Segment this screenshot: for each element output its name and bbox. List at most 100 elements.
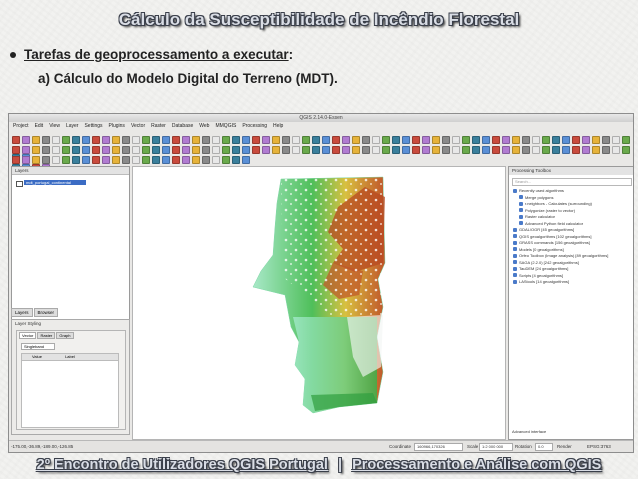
render-checkbox[interactable]: Render <box>557 441 572 452</box>
menu-raster[interactable]: Raster <box>151 123 166 129</box>
toolbar-tool-icon[interactable] <box>202 156 210 164</box>
processing-tree-item[interactable]: TauDEM [24 geoalgorithms] <box>513 266 568 271</box>
toolbar-tool-icon[interactable] <box>12 156 20 164</box>
map-canvas[interactable] <box>132 166 506 440</box>
algorithm-icon <box>513 260 517 265</box>
tab-layers[interactable]: Layers <box>11 308 33 317</box>
toolbar-tool-icon[interactable] <box>182 156 190 164</box>
menu-layer[interactable]: Layer <box>66 123 79 129</box>
dem-map-image <box>252 176 386 414</box>
algorithm-icon <box>513 273 517 278</box>
processing-tree-item[interactable]: Models [0 geoalgorithms] <box>513 247 564 252</box>
toolbar-tool-icon[interactable] <box>52 156 60 164</box>
algorithm-icon <box>519 195 523 200</box>
toolbar-tool-icon[interactable] <box>112 156 120 164</box>
algorithm-icon <box>513 266 517 271</box>
advanced-interface-select[interactable]: Advanced interface <box>512 429 546 434</box>
toolbar-tool-icon[interactable] <box>132 156 140 164</box>
styling-tab-vector[interactable]: Vector <box>19 332 37 339</box>
menu-plugins[interactable]: Plugins <box>109 123 125 129</box>
toolbar-row-2 <box>11 141 631 172</box>
toolbar-tool-icon[interactable] <box>212 156 220 164</box>
coordinate-label: Coordinate <box>389 444 412 449</box>
toolbar-tool-icon[interactable] <box>82 156 90 164</box>
scale-label: Scale <box>467 444 479 449</box>
toolbar-tool-icon[interactable] <box>22 156 30 164</box>
toolbar-tool-icon[interactable] <box>102 156 110 164</box>
layer-checkbox[interactable] <box>16 181 23 187</box>
processing-search-input[interactable]: Search... <box>512 178 632 186</box>
processing-tree-item[interactable]: GDAL/OGR [45 geoalgorithms] <box>513 227 574 232</box>
processing-tree-item[interactable]: GRASS commands [156 geoalgorithms] <box>513 240 590 245</box>
layer-item[interactable]: mdt_portugal_continental <box>24 180 86 185</box>
processing-tree-item[interactable]: Recently used algorithms <box>513 188 564 193</box>
toolbar-tool-icon[interactable] <box>172 156 180 164</box>
tab-browser[interactable]: Browser <box>33 308 59 317</box>
footer-left: 2º Encontro de Utilizadores QGIS Portuga… <box>36 457 328 473</box>
processing-tree-item[interactable]: Raster calculator <box>519 214 555 219</box>
menu-database[interactable]: Database <box>172 123 193 129</box>
menu-project[interactable]: Project <box>13 123 29 129</box>
menu-mmqgis[interactable]: MMQGIS <box>215 123 236 129</box>
processing-tree-label: Merge polygons <box>525 194 554 200</box>
styling-tabs: Vector Raster Graph <box>19 332 74 339</box>
bullet-line: Tarefas de geoprocessamento a executar: <box>10 47 293 62</box>
crs-button[interactable]: EPSG:3763 <box>587 441 611 452</box>
algorithm-icon <box>519 214 523 219</box>
toolbar-tool-icon[interactable] <box>152 156 160 164</box>
status-extent: -175.00,-36.89,-189.00,-126.85 <box>11 444 74 449</box>
coordinate-field[interactable]: 160966,170326 <box>414 443 463 451</box>
menu-processing[interactable]: Processing <box>242 123 267 129</box>
toolbar-tool-icon[interactable] <box>192 156 200 164</box>
processing-tree-item[interactable]: Orfeo Toolbox (Image analysis) [89 geoal… <box>513 253 608 258</box>
processing-tree-label: Recently used algorithms <box>519 188 564 193</box>
algorithm-icon <box>513 240 517 245</box>
toolbar-row-3 <box>11 151 631 164</box>
processing-tree-label: LAStools [14 geoalgorithms] <box>519 279 570 284</box>
processing-tree-item[interactable]: Advanced Python field calculator <box>519 221 583 226</box>
processing-tree-item[interactable]: Merge polygons <box>519 195 553 200</box>
toolbar-tool-icon[interactable] <box>142 156 150 164</box>
toolbar-tool-icon[interactable] <box>62 156 70 164</box>
toolbar-tool-icon[interactable] <box>32 156 40 164</box>
bullet-colon: : <box>288 47 294 62</box>
toolbar-tool-icon[interactable] <box>162 156 170 164</box>
styling-panel-title: Layer Styling <box>15 321 42 326</box>
processing-tree-item[interactable]: r.neighbors - Calculates (surrounding) <box>519 201 592 206</box>
toolbar-tool-icon[interactable] <box>222 156 230 164</box>
menu-edit[interactable]: Edit <box>35 123 44 129</box>
toolbar-tool-icon[interactable] <box>242 156 250 164</box>
layer-panel-tabs: Layers Browser <box>11 308 59 317</box>
menu-view[interactable]: View <box>49 123 60 129</box>
toolbar-tool-icon[interactable] <box>42 156 50 164</box>
value-table-body <box>21 360 119 428</box>
renderer-select[interactable]: Singleband <box>21 343 55 350</box>
styling-tab-raster[interactable]: Raster <box>37 332 56 339</box>
styling-tab-graph[interactable]: Graph <box>56 332 74 339</box>
processing-toolbox: Processing Toolbox Search... Recently us… <box>508 166 633 440</box>
menu-web[interactable]: Web <box>199 123 209 129</box>
scale-field[interactable]: 1:2 000 000 <box>479 443 513 451</box>
bullet-dot-icon <box>10 52 16 59</box>
algorithm-icon <box>513 253 517 258</box>
processing-tree-item[interactable]: LAStools [14 geoalgorithms] <box>513 279 569 284</box>
toolbar-tool-icon[interactable] <box>122 156 130 164</box>
toolbar-tool-icon[interactable] <box>92 156 100 164</box>
toolbar-tool-icon[interactable] <box>72 156 80 164</box>
column-value: Value <box>32 354 42 359</box>
menu-vector[interactable]: Vector <box>131 123 145 129</box>
processing-tree-label: Raster calculator <box>525 214 556 219</box>
processing-tree-item[interactable]: SAGA (2.2.0) [242 geoalgorithms] <box>513 260 579 265</box>
algorithm-icon <box>519 201 523 206</box>
processing-tree-item[interactable]: Scripts [4 geoalgorithms] <box>513 273 563 278</box>
rotation-field[interactable]: 0.0 <box>535 443 553 451</box>
processing-tree-item[interactable]: Polygonize (raster to vector) <box>519 208 575 213</box>
menu-settings[interactable]: Settings <box>84 123 102 129</box>
layer-styling-panel: Layer Styling Vector Raster Graph Single… <box>11 319 130 435</box>
processing-tree-item[interactable]: QGIS geoalgorithms [102 geoalgorithms] <box>513 234 591 239</box>
toolbar-tool-icon[interactable] <box>232 156 240 164</box>
bullet-text: Tarefas de geoprocessamento a executar <box>24 47 289 62</box>
menu-help[interactable]: Help <box>273 123 283 129</box>
processing-tree-label: Advanced Python field calculator <box>525 220 584 226</box>
styling-frame: Vector Raster Graph Singleband Value Lab… <box>16 330 126 430</box>
